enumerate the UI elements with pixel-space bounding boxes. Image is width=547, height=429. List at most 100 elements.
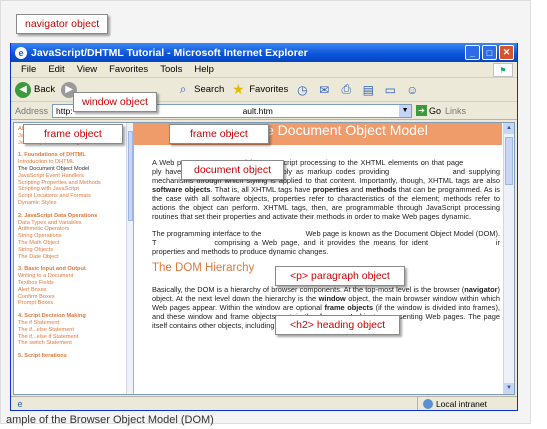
intranet-globe-icon xyxy=(422,398,433,409)
close-button[interactable]: ✕ xyxy=(499,45,514,60)
print-icon[interactable]: ⎙ xyxy=(338,82,354,98)
nav-link[interactable]: Confirm Boxes xyxy=(18,294,129,301)
back-label: Back xyxy=(34,84,56,95)
figure-page: e JavaScript/DHTML Tutorial - Microsoft … xyxy=(0,0,547,429)
menu-favorites[interactable]: Favorites xyxy=(109,64,148,75)
url-start: http: xyxy=(56,105,73,116)
nav-groups: 1. Foundations of DHTML Introduction to D… xyxy=(18,152,129,360)
messenger-icon[interactable]: ☺ xyxy=(404,82,420,98)
para3-bold-frame: frame objects xyxy=(324,303,374,312)
back-button[interactable]: ◀ Back xyxy=(15,81,56,98)
callout-frame-left: frame object xyxy=(23,124,123,144)
folder-icon[interactable]: ▭ xyxy=(382,82,398,98)
nav-link[interactable]: The Date Object xyxy=(18,254,129,261)
links-label[interactable]: Links xyxy=(445,106,466,116)
menu-file[interactable]: File xyxy=(21,64,36,75)
menu-help[interactable]: Help xyxy=(194,64,214,75)
status-zone: Local intranet xyxy=(416,397,487,410)
page-icon: e xyxy=(17,398,23,409)
menu-edit[interactable]: Edit xyxy=(48,64,64,75)
nav-group-heading: 3. Basic Input and Output xyxy=(18,266,86,273)
edit-icon[interactable]: ▤ xyxy=(360,82,376,98)
nav-group: 2. JavaScript Data Operations Data Types … xyxy=(18,213,129,261)
nav-link[interactable]: Introduction to DHTML xyxy=(18,159,129,166)
callout-paragraph: <p> paragraph object xyxy=(275,266,405,286)
nav-group: 4. Script Decision Making The if Statemen… xyxy=(18,313,129,347)
nav-link[interactable]: String Objects xyxy=(18,247,129,254)
nav-link[interactable]: JavaScript Event Handlers xyxy=(18,173,129,180)
address-dropdown-icon[interactable]: ▼ xyxy=(399,104,412,117)
search-icon: ⌕ xyxy=(179,82,187,96)
nav-link[interactable]: Alert Boxes xyxy=(18,287,129,294)
mail-icon[interactable]: ✉ xyxy=(316,82,332,98)
favorites-button[interactable]: ★ Favorites xyxy=(230,81,288,98)
para1-bold-properties: properties xyxy=(312,185,349,194)
nav-link[interactable]: Scripting with JavaScript xyxy=(18,186,129,193)
nav-group: 1. Foundations of DHTML Introduction to D… xyxy=(18,152,129,206)
status-bar: e Local intranet xyxy=(11,396,517,410)
para1-start: A Web p xyxy=(152,158,182,167)
nav-link[interactable]: String Operations xyxy=(18,233,129,240)
para1-bold-software: software objects xyxy=(152,185,211,194)
callout-navigator: navigator object xyxy=(16,14,109,34)
window-title: JavaScript/DHTML Tutorial - Microsoft In… xyxy=(31,46,308,59)
search-label: Search xyxy=(194,84,225,95)
nav-link[interactable]: Prompt Boxes xyxy=(18,300,129,307)
go-button[interactable]: ➔ Go xyxy=(416,105,441,116)
para1-and: and xyxy=(351,185,364,194)
nav-group: 5. Script Iterations xyxy=(18,353,129,360)
callout-document: document object xyxy=(181,160,285,180)
callout-frame-right: frame object xyxy=(169,124,269,144)
nav-group-heading: 1. Foundations of DHTML xyxy=(18,152,86,159)
nav-link[interactable]: Dynamic Styles xyxy=(18,200,129,207)
go-arrow-icon: ➔ xyxy=(416,105,428,116)
title-bar[interactable]: e JavaScript/DHTML Tutorial - Microsoft … xyxy=(11,43,517,62)
minimize-button[interactable]: _ xyxy=(465,45,480,60)
menu-bar: File Edit View Favorites Tools Help ⚑ xyxy=(11,62,517,78)
para2-mid2: comprising a Web page, and it provides t… xyxy=(214,238,429,247)
menu-tools[interactable]: Tools xyxy=(160,64,182,75)
nav-link[interactable]: Script Locations and Formats xyxy=(18,193,129,200)
windows-flag-icon: ⚑ xyxy=(493,63,513,77)
nav-link[interactable]: Textbox Fields xyxy=(18,280,129,287)
back-arrow-icon: ◀ xyxy=(15,81,31,98)
para3-a: Basically, the DOM is a hierarchy of bro… xyxy=(152,285,465,294)
nav-link[interactable]: The switch Statement xyxy=(18,340,129,347)
maximize-button[interactable]: □ xyxy=(482,45,497,60)
url-end: ault.htm xyxy=(242,105,273,116)
scroll-up-icon[interactable]: ▲ xyxy=(504,123,514,134)
para3-bold-navigator: navigator xyxy=(464,285,498,294)
para1-rest1: . That is, all XHTML tags have xyxy=(210,185,311,194)
document-body: A Web p applying JavaScript processing t… xyxy=(152,158,500,338)
document-scrollbar[interactable]: ▲ ▼ xyxy=(503,123,514,394)
menu-view[interactable]: View xyxy=(77,64,97,75)
nav-link[interactable]: The Math Object xyxy=(18,240,129,247)
nav-group-heading: 4. Script Decision Making xyxy=(18,313,86,320)
callout-window: window object xyxy=(73,92,157,112)
star-icon: ★ xyxy=(231,81,245,97)
history-icon[interactable]: ◷ xyxy=(294,82,310,98)
para2-start: The programming interface to the xyxy=(152,229,262,238)
nav-link[interactable]: The if...else if Statement xyxy=(18,334,129,341)
document-scroll-thumb[interactable] xyxy=(505,137,513,185)
nav-link[interactable]: Data Types and Variables xyxy=(18,220,129,227)
nav-scroll-thumb[interactable] xyxy=(128,131,133,221)
nav-link[interactable]: The if Statement xyxy=(18,320,129,327)
nav-link[interactable]: Arithmetic Operators xyxy=(18,226,129,233)
para1-bold-methods: methods xyxy=(365,185,397,194)
para3-bold-window: window xyxy=(318,294,346,303)
nav-link[interactable]: The if...else Statement xyxy=(18,327,129,334)
address-label: Address xyxy=(15,105,49,116)
nav-scrollbar[interactable] xyxy=(126,123,133,394)
nav-link[interactable]: Writing to a Document xyxy=(18,273,129,280)
search-button[interactable]: ⌕ Search xyxy=(175,82,224,98)
page-heading: e Document Object Model xyxy=(266,123,428,138)
nav-group-heading: 5. Script Iterations xyxy=(18,353,67,360)
nav-link[interactable]: The Document Object Model xyxy=(18,166,129,173)
nav-link[interactable]: Scripting Properties and Methods xyxy=(18,180,129,187)
figure-caption: ample of the Browser Object Model (DOM) xyxy=(6,414,214,426)
nav-group: 3. Basic Input and Output Writing to a Do… xyxy=(18,266,129,307)
scroll-down-icon[interactable]: ▼ xyxy=(504,383,514,394)
callout-heading: <h2> heading object xyxy=(275,315,401,335)
window-controls: _ □ ✕ xyxy=(465,45,514,60)
